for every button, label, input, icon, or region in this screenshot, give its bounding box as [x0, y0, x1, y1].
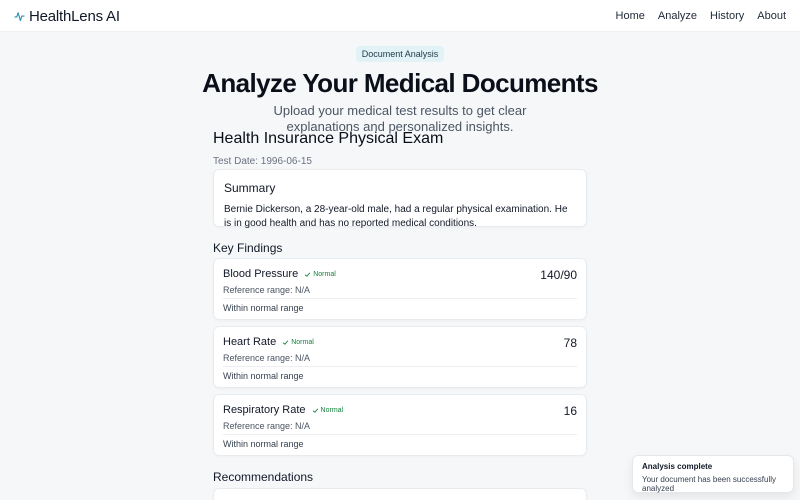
summary-text: Bernie Dickerson, a 28-year-old male, ha… — [224, 204, 568, 229]
summary-heading: Summary — [224, 181, 276, 195]
finding-note: Within normal range — [223, 371, 304, 381]
reference-range: Reference range: N/A — [223, 421, 311, 431]
divider — [223, 298, 577, 299]
toast-notification[interactable]: Analysis complete Your document has been… — [632, 455, 794, 493]
finding-note: Within normal range — [223, 303, 304, 313]
recommendations-card — [213, 488, 587, 500]
check-icon — [312, 407, 319, 414]
check-icon — [304, 271, 311, 278]
status-badge: Normal — [312, 406, 344, 414]
toast-message: Your document has been successfully anal… — [642, 475, 777, 493]
exam-title: Health Insurance Physical Exam — [213, 130, 444, 147]
brand-name: HealthLens AI — [29, 8, 120, 25]
summary-card: Summary Bernie Dickerson, a 28-year-old … — [213, 169, 587, 229]
key-findings-heading: Key Findings — [213, 241, 283, 255]
finding-note: Within normal range — [223, 439, 304, 449]
heartbeat-pulse-icon — [14, 11, 25, 22]
top-navigation-bar: HealthLens AI Home Analyze History About — [0, 0, 800, 32]
finding-value: 78 — [563, 336, 577, 350]
reference-range: Reference range: N/A — [223, 285, 311, 295]
finding-value: 16 — [563, 404, 577, 418]
finding-name: Heart Rate — [223, 336, 277, 348]
recommendations-heading: Recommendations — [213, 470, 314, 484]
status-label: Normal — [313, 270, 336, 278]
status-badge: Normal — [304, 271, 336, 278]
nav-link-analyze[interactable]: Analyze — [658, 10, 697, 22]
nav-link-history[interactable]: History — [710, 10, 744, 22]
status-badge: Normal — [282, 339, 314, 346]
status-label: Normal — [291, 338, 314, 346]
finding-card-heart-rate: Heart Rate Normal 78 Reference range: N/… — [213, 326, 587, 388]
finding-card-respiratory-rate: Respiratory Rate Normal 16 Reference ran… — [213, 394, 587, 456]
status-label: Normal — [320, 406, 344, 414]
page-title: Analyze Your Medical Documents — [202, 68, 598, 98]
hero-section: Document Analysis Analyze Your Medical D… — [0, 44, 800, 135]
divider — [223, 434, 577, 435]
exam-date: Test Date: 1996-06-15 — [213, 156, 312, 167]
nav-link-home[interactable]: Home — [616, 10, 645, 22]
finding-name: Blood Pressure — [223, 268, 299, 280]
main-nav: Home Analyze History About — [616, 10, 786, 22]
nav-link-about[interactable]: About — [757, 10, 786, 22]
finding-name: Respiratory Rate — [223, 404, 306, 416]
check-icon — [282, 339, 289, 346]
finding-value: 140/90 — [540, 268, 577, 282]
section-pill: Document Analysis — [355, 46, 445, 62]
reference-range: Reference range: N/A — [223, 353, 311, 363]
exam-header: Health Insurance Physical Exam Test Date… — [213, 129, 587, 167]
divider — [223, 366, 577, 367]
toast-title: Analysis complete — [642, 462, 713, 471]
finding-card-blood-pressure: Blood Pressure Normal 140/90 Reference r… — [213, 258, 587, 320]
brand-logo[interactable]: HealthLens AI — [14, 8, 120, 25]
